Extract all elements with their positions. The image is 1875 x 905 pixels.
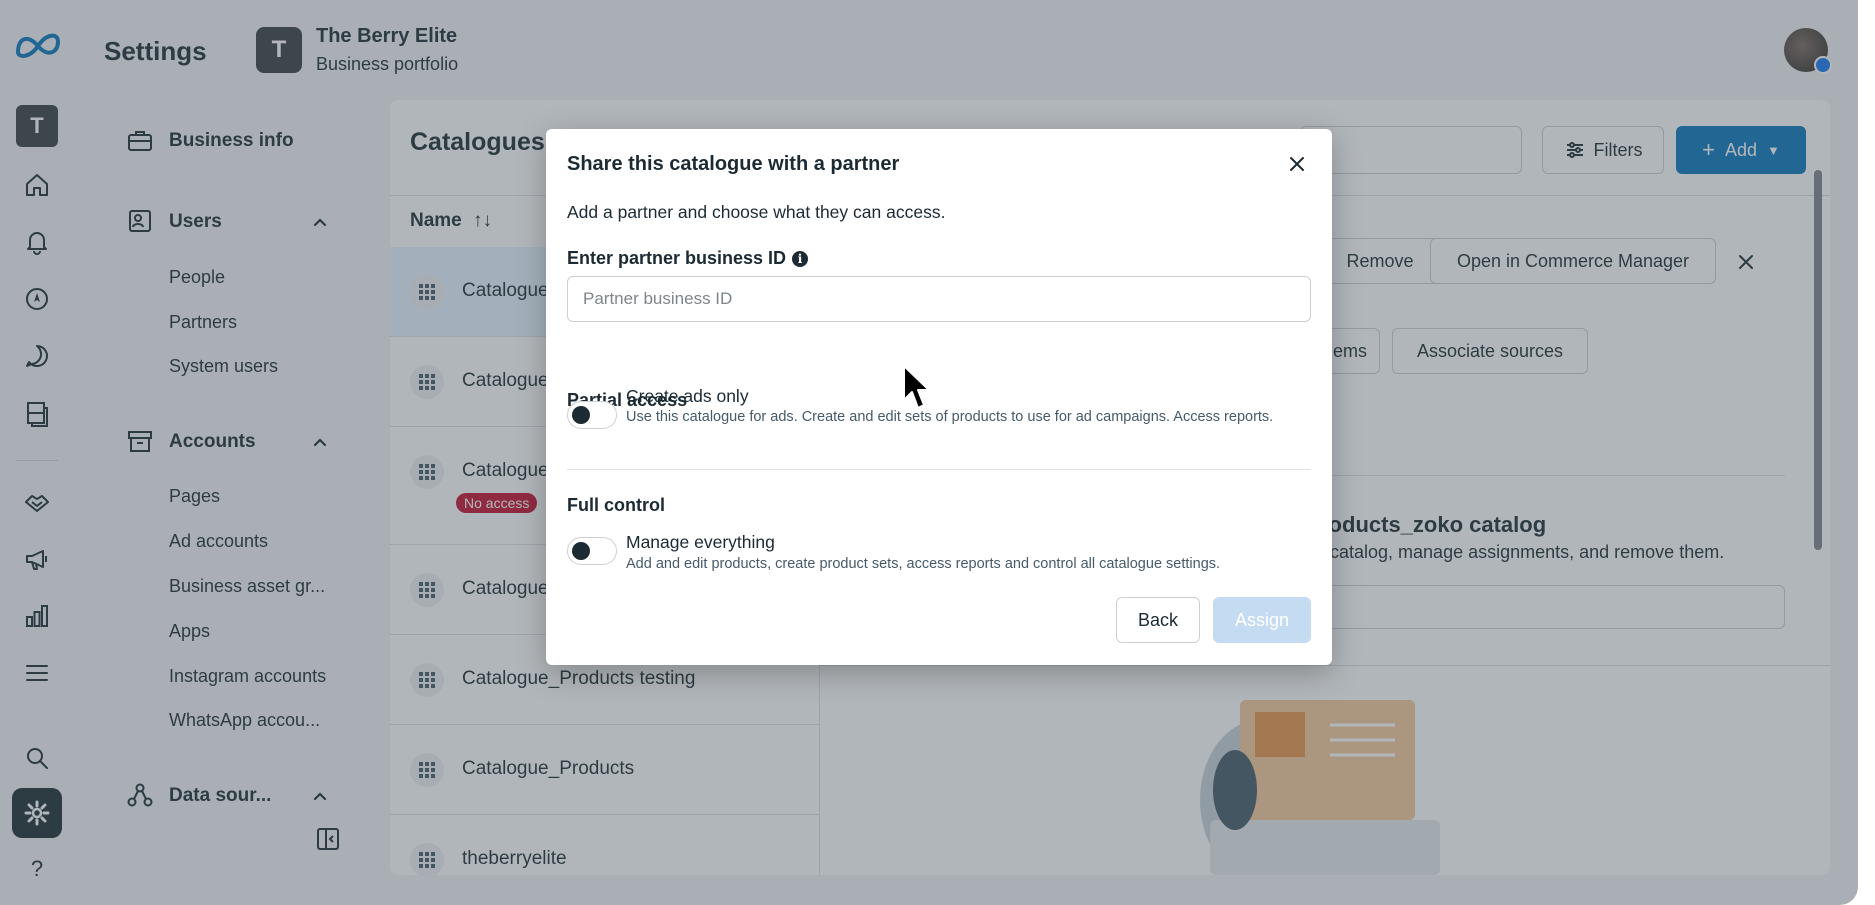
manage-everything-description: Add and edit products, create product se… <box>626 556 1221 572</box>
partner-business-id-input[interactable] <box>567 276 1311 322</box>
dialog-divider <box>567 469 1311 470</box>
dialog-subtitle: Add a partner and choose what they can a… <box>567 202 946 222</box>
dialog-title: Share this catalogue with a partner <box>567 153 900 175</box>
share-catalogue-dialog: Share this catalogue with a partner Add … <box>546 129 1332 665</box>
create-ads-only-description: Use this catalogue for ads. Create and e… <box>626 409 1274 425</box>
partner-id-label-text: Enter partner business ID <box>567 248 787 268</box>
close-icon[interactable] <box>1284 151 1310 177</box>
mouse-cursor-icon <box>903 365 930 409</box>
toggle-knob <box>572 406 590 424</box>
back-button[interactable]: Back <box>1116 597 1200 643</box>
manage-everything-title: Manage everything <box>626 532 775 552</box>
partner-id-label: Enter partner business ID i <box>567 248 809 269</box>
full-control-heading: Full control <box>567 495 665 515</box>
assign-button[interactable]: Assign <box>1213 597 1311 643</box>
window-edge <box>1858 0 1875 905</box>
create-ads-only-title: Create ads only <box>626 386 749 406</box>
info-icon[interactable]: i <box>792 250 809 267</box>
create-ads-only-toggle[interactable] <box>567 401 617 429</box>
toggle-knob <box>572 542 590 560</box>
manage-everything-toggle[interactable] <box>567 537 617 565</box>
